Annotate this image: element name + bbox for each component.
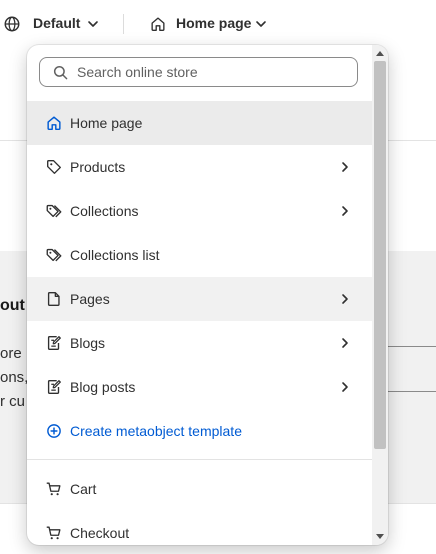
create-metaobject-template-button[interactable]: Create metaobject template: [27, 409, 372, 453]
list-item-label: Create metaobject template: [70, 423, 242, 439]
list-item-label: Home page: [70, 115, 143, 131]
list-item-label: Blogs: [70, 335, 106, 351]
page-icon: [47, 292, 60, 306]
list-item-label: Pages: [70, 291, 110, 307]
list-item-label: Collections list: [70, 247, 160, 263]
cart-icon: [46, 526, 61, 540]
globe-icon[interactable]: [3, 15, 21, 33]
template-list: Home page Products Collections Collectio…: [27, 101, 372, 545]
list-item-home-page[interactable]: Home page: [27, 101, 372, 145]
list-divider: [27, 459, 372, 460]
list-item-label: Products: [70, 159, 126, 175]
tags-icon: [46, 204, 62, 218]
chevron-down-icon[interactable]: [254, 17, 268, 31]
theme-selector-label[interactable]: Default: [33, 15, 80, 31]
preview-text-line: ore: [0, 345, 22, 362]
list-item-blogs[interactable]: Blogs: [27, 321, 372, 365]
preview-text-line: ons,: [0, 369, 29, 386]
preview-field-border: [388, 346, 436, 347]
list-item-cart[interactable]: Cart: [27, 467, 372, 511]
preview-text-line: r cu: [0, 393, 26, 410]
top-bar: Default Home page: [0, 0, 436, 48]
list-item-checkout[interactable]: Checkout: [27, 511, 372, 545]
chevron-right-icon: [342, 206, 348, 216]
chevron-right-icon: [342, 162, 348, 172]
blog-icon: [47, 336, 61, 350]
list-item-blog-posts[interactable]: Blog posts: [27, 365, 372, 409]
list-item-label: Cart: [70, 481, 97, 497]
scrollbar-thumb[interactable]: [374, 61, 386, 449]
preview-field-border: [388, 391, 436, 392]
list-item-collections-list[interactable]: Collections list: [27, 233, 372, 277]
template-selector-label[interactable]: Home page: [176, 15, 251, 31]
template-picker-dropdown: Home page Products Collections: [27, 45, 388, 545]
scroll-up-arrow-icon[interactable]: [376, 51, 384, 56]
tag-icon: [47, 160, 61, 174]
chevron-right-icon: [342, 382, 348, 392]
list-item-label: Blog posts: [70, 379, 136, 395]
chevron-right-icon: [342, 338, 348, 348]
plus-circle-icon: [47, 424, 61, 438]
tags-icon: [46, 248, 62, 262]
home-icon: [47, 116, 61, 131]
dropdown-scrollbar[interactable]: [372, 45, 388, 545]
list-item-label: Checkout: [70, 525, 130, 541]
search-input[interactable]: [39, 57, 358, 87]
home-icon[interactable]: [149, 15, 167, 33]
toolbar-divider: [123, 14, 124, 34]
chevron-down-icon[interactable]: [86, 17, 100, 31]
cart-icon: [46, 482, 61, 496]
scroll-down-arrow-icon[interactable]: [376, 534, 384, 539]
list-item-label: Collections: [70, 203, 139, 219]
chevron-right-icon: [342, 294, 348, 304]
blog-icon: [47, 380, 61, 394]
search-icon: [53, 65, 68, 80]
list-item-collections[interactable]: Collections: [27, 189, 372, 233]
list-item-products[interactable]: Products: [27, 145, 372, 189]
list-item-pages[interactable]: Pages: [27, 277, 372, 321]
